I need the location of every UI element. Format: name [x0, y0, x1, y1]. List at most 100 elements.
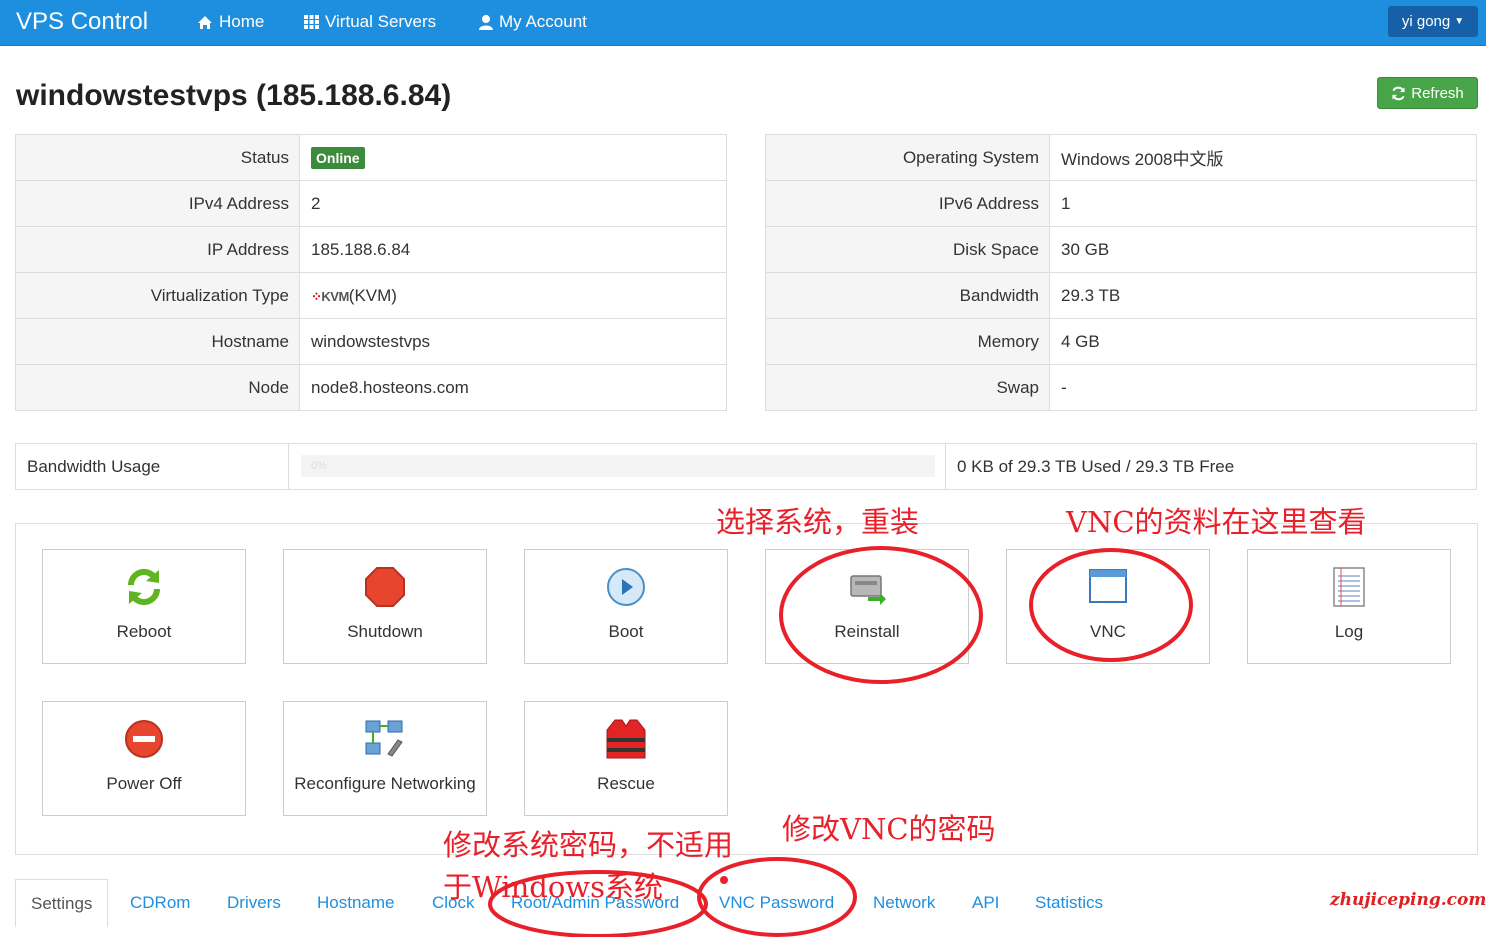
label-bandwidth: Bandwidth [765, 272, 1050, 319]
table-row: IP Address 185.188.6.84 [15, 226, 727, 273]
reinstall-icon [850, 575, 886, 605]
boot-label: Boot [608, 622, 644, 641]
page-title: windowstestvps (185.188.6.84) [16, 79, 452, 112]
annotation-root-password-line2: 于Windows系统 [443, 870, 663, 904]
table-row: Bandwidth 29.3 TB [765, 272, 1477, 319]
tab-settings[interactable]: Settings [15, 879, 109, 927]
nav-home-label: Home [219, 12, 265, 31]
boot-button[interactable]: Boot [524, 549, 728, 664]
log-button[interactable]: Log [1247, 549, 1451, 664]
label-hostname: Hostname [15, 318, 300, 365]
table-row: Disk Space 30 GB [765, 226, 1477, 273]
value-status: Online [299, 134, 727, 181]
label-os: Operating System [765, 134, 1050, 181]
watermark: zhujiceping.com [1330, 890, 1486, 910]
tab-vnc-password[interactable]: VNC Password [719, 879, 834, 927]
power-off-icon [125, 720, 163, 758]
table-row: Memory 4 GB [765, 318, 1477, 365]
table-row: Operating System Windows 2008中文版 [765, 134, 1477, 181]
settings-tabs: Settings CDRom Drivers Hostname Clock Ro… [15, 879, 1477, 937]
grid-icon [304, 15, 319, 29]
user-menu-button[interactable]: yi gong ▼ [1388, 6, 1478, 37]
refresh-button[interactable]: Refresh [1377, 77, 1478, 109]
label-ip-address: IP Address [15, 226, 300, 273]
annotation-vnc-password: 修改VNC的密码 [782, 812, 996, 846]
refresh-icon [1392, 86, 1405, 100]
nav-virtual-servers-label: Virtual Servers [325, 12, 437, 31]
label-memory: Memory [765, 318, 1050, 365]
tab-cdrom[interactable]: CDRom [130, 879, 190, 927]
tab-drivers[interactable]: Drivers [227, 879, 281, 927]
shutdown-button[interactable]: Shutdown [283, 549, 487, 664]
value-node: node8.hosteons.com [299, 364, 727, 411]
reconfigure-networking-button[interactable]: Reconfigure Networking [283, 701, 487, 816]
log-label: Log [1334, 622, 1364, 641]
value-ipv4: 2 [299, 180, 727, 227]
stop-icon [365, 567, 405, 607]
label-virtualization: Virtualization Type [15, 272, 300, 319]
navbar: VPS Control Home Virtual Servers My Acco… [0, 0, 1486, 46]
caret-down-icon: ▼ [1454, 16, 1465, 27]
value-disk: 30 GB [1049, 226, 1477, 273]
window-icon [1089, 569, 1127, 603]
bandwidth-usage-text: 0 KB of 29.3 TB Used / 29.3 TB Free [957, 457, 1235, 476]
bandwidth-progress-bar: 0% [301, 455, 935, 477]
annotation-root-password-line1: 修改系统密码，不适用 [443, 828, 734, 862]
value-virtualization: ⁘KVM(KVM) [299, 272, 727, 319]
home-icon [198, 15, 212, 29]
table-row: IPv4 Address 2 [15, 180, 727, 227]
vnc-button[interactable]: VNC [1006, 549, 1210, 664]
label-swap: Swap [765, 364, 1050, 411]
table-row: Virtualization Type ⁘KVM(KVM) [15, 272, 727, 319]
server-info-table-right: Operating System Windows 2008中文版 IPv6 Ad… [765, 134, 1477, 411]
power-off-button[interactable]: Power Off [42, 701, 246, 816]
vnc-label: VNC [1090, 622, 1126, 641]
table-row: IPv6 Address 1 [765, 180, 1477, 227]
label-ipv6: IPv6 Address [765, 180, 1050, 227]
refresh-label: Refresh [1411, 84, 1464, 102]
tab-api[interactable]: API [972, 879, 999, 927]
play-icon [607, 568, 645, 606]
label-node: Node [15, 364, 300, 411]
value-os: Windows 2008中文版 [1049, 134, 1477, 181]
nav-home[interactable]: Home [197, 12, 264, 32]
power-off-label: Power Off [106, 774, 182, 793]
network-icon [365, 720, 403, 757]
annotation-vnc: VNC的资料在这里查看 [1066, 505, 1367, 539]
value-swap: - [1049, 364, 1477, 411]
rescue-button[interactable]: Rescue [524, 701, 728, 816]
value-ipv6: 1 [1049, 180, 1477, 227]
reinstall-label: Reinstall [834, 622, 900, 641]
reinstall-button[interactable]: Reinstall [765, 549, 969, 664]
brand[interactable]: VPS Control [16, 8, 148, 36]
reboot-label: Reboot [116, 622, 172, 641]
divider [945, 444, 946, 489]
table-row: Node node8.hosteons.com [15, 364, 727, 411]
nav-my-account-label: My Account [499, 12, 587, 31]
tab-network[interactable]: Network [873, 879, 935, 927]
value-bandwidth: 29.3 TB [1049, 272, 1477, 319]
table-row: Status Online [15, 134, 727, 181]
tab-hostname[interactable]: Hostname [317, 879, 394, 927]
bandwidth-usage-row: Bandwidth Usage 0% 0 KB of 29.3 TB Used … [15, 443, 1477, 490]
kvm-logo: ⁘KVM [311, 288, 349, 304]
reboot-icon [127, 568, 161, 606]
virtualization-type-text: (KVM) [348, 285, 397, 305]
nav-my-account[interactable]: My Account [479, 12, 587, 32]
bandwidth-usage-label: Bandwidth Usage [16, 444, 289, 489]
shutdown-label: Shutdown [347, 622, 423, 641]
label-ipv4: IPv4 Address [15, 180, 300, 227]
nav-virtual-servers[interactable]: Virtual Servers [304, 12, 436, 32]
value-hostname: windowstestvps [299, 318, 727, 365]
label-disk: Disk Space [765, 226, 1050, 273]
rescue-label: Rescue [597, 774, 655, 793]
label-status: Status [15, 134, 300, 181]
reboot-button[interactable]: Reboot [42, 549, 246, 664]
annotation-reinstall: 选择系统，重装 [716, 505, 920, 539]
log-icon [1333, 567, 1365, 607]
value-ip-address: 185.188.6.84 [299, 226, 727, 273]
table-row: Swap - [765, 364, 1477, 411]
tab-statistics[interactable]: Statistics [1035, 879, 1103, 927]
life-vest-icon [606, 719, 646, 759]
table-row: Hostname windowstestvps [15, 318, 727, 365]
